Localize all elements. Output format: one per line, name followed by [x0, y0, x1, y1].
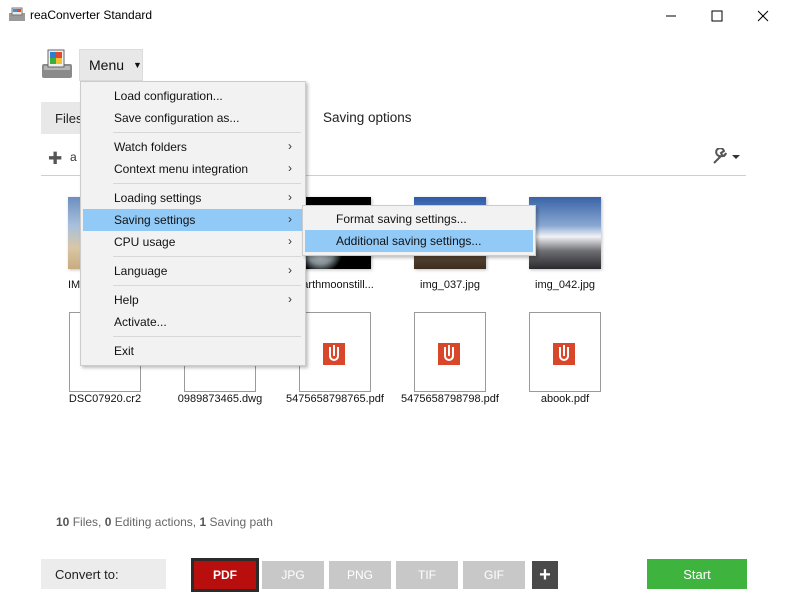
format-gif-button[interactable]: GIF: [463, 561, 525, 589]
status-summary: 10 Files, 0 Editing actions, 1 Saving pa…: [56, 515, 273, 529]
file-name: img_037.jpg: [420, 279, 480, 291]
pdf-icon: [553, 343, 575, 365]
menu-button[interactable]: Menu ▼: [79, 49, 143, 81]
menu-item-format-saving-settings[interactable]: Format saving settings...: [305, 208, 533, 230]
menu-divider: [113, 183, 301, 184]
menu-item-label: Exit: [114, 344, 135, 358]
minimize-icon: [666, 15, 676, 17]
format-jpg-button[interactable]: JPG: [262, 561, 324, 589]
file-thumbnail[interactable]: [299, 312, 371, 392]
app-icon: [9, 7, 25, 21]
add-files-label[interactable]: a: [70, 150, 77, 164]
start-button[interactable]: Start: [647, 559, 747, 589]
menu-item-label: Loading settings: [114, 191, 202, 205]
menu-button-label: Menu: [89, 57, 125, 73]
app-logo-icon: [42, 49, 72, 78]
menu-item-save-configuration[interactable]: Save configuration as...: [83, 107, 302, 129]
paths-count: 1: [199, 515, 207, 529]
menu-item-language[interactable]: Language ›: [83, 260, 302, 282]
menu-item-label: CPU usage: [114, 235, 176, 249]
menu-item-watch-folders[interactable]: Watch folders ›: [83, 136, 302, 158]
menu-item-load-configuration[interactable]: Load configuration...: [83, 85, 302, 107]
file-name: DSC07920.cr2: [68, 393, 142, 405]
actions-label: Editing actions,: [114, 515, 197, 529]
wrench-icon[interactable]: [711, 148, 741, 166]
chevron-right-icon: ›: [288, 190, 292, 204]
pdf-icon: [323, 343, 345, 365]
menu-item-label: Save configuration as...: [114, 111, 240, 125]
tab-files[interactable]: Files: [41, 102, 83, 134]
tab-saving-options[interactable]: Saving options: [323, 110, 412, 125]
file-name: img_042.jpg: [535, 279, 595, 291]
menu-item-label: Additional saving settings...: [336, 234, 482, 248]
menu-item-label: Language: [114, 264, 168, 278]
menu-item-exit[interactable]: Exit: [83, 340, 302, 362]
menu-item-activate[interactable]: Activate...: [83, 311, 302, 333]
file-thumbnail[interactable]: [414, 312, 486, 392]
chevron-right-icon: ›: [288, 263, 292, 277]
tab-files-label: Files: [55, 110, 83, 126]
actions-count: 0: [104, 515, 112, 529]
add-format-button[interactable]: +: [532, 561, 558, 589]
menu-divider: [113, 336, 301, 337]
file-name: abook.pdf: [540, 393, 590, 405]
menu-item-context-menu-integration[interactable]: Context menu integration ›: [83, 158, 302, 180]
menu-item-label: Saving settings: [114, 213, 196, 227]
paths-label: Saving path: [209, 515, 273, 529]
add-files-icon[interactable]: ✚: [48, 149, 62, 169]
format-png-button[interactable]: PNG: [329, 561, 391, 589]
chevron-right-icon: ›: [288, 292, 292, 306]
menu-divider: [113, 285, 301, 286]
menu-item-label: Activate...: [114, 315, 167, 329]
main-menu-dropdown: Load configuration... Save configuration…: [80, 81, 306, 366]
format-tif-button[interactable]: TIF: [396, 561, 458, 589]
chevron-right-icon: ›: [288, 234, 292, 248]
file-name: 5475658798798.pdf: [401, 393, 499, 405]
chevron-down-icon: ▼: [133, 60, 142, 70]
format-pdf-button[interactable]: PDF: [191, 558, 259, 592]
files-label: Files,: [72, 515, 102, 529]
file-name: 0989873465.dwg: [177, 393, 263, 405]
convert-to-label: Convert to:: [41, 559, 166, 589]
menu-item-cpu-usage[interactable]: CPU usage ›: [83, 231, 302, 253]
menu-item-label: Context menu integration: [114, 162, 249, 176]
file-thumbnail[interactable]: [529, 312, 601, 392]
chevron-right-icon: ›: [288, 139, 292, 153]
saving-settings-submenu: Format saving settings... Additional sav…: [302, 205, 536, 256]
close-button[interactable]: [740, 0, 786, 32]
menu-item-loading-settings[interactable]: Loading settings ›: [83, 187, 302, 209]
file-thumbnail[interactable]: [529, 197, 601, 269]
maximize-button[interactable]: [694, 0, 740, 32]
file-name: 5475658798765.pdf: [286, 393, 384, 405]
menu-item-label: Format saving settings...: [336, 212, 467, 226]
chevron-right-icon: ›: [288, 161, 292, 175]
menu-divider: [113, 132, 301, 133]
menu-item-label: Watch folders: [114, 140, 187, 154]
minimize-button[interactable]: [648, 0, 694, 32]
menu-item-help[interactable]: Help ›: [83, 289, 302, 311]
menu-item-additional-saving-settings[interactable]: Additional saving settings...: [305, 230, 533, 252]
maximize-icon: [711, 10, 723, 22]
window-title: reaConverter Standard: [30, 8, 153, 22]
close-icon: [757, 10, 769, 22]
files-count: 10: [56, 515, 70, 529]
menu-item-label: Load configuration...: [114, 89, 223, 103]
menu-divider: [113, 256, 301, 257]
chevron-right-icon: ›: [288, 212, 292, 226]
pdf-icon: [438, 343, 460, 365]
menu-item-saving-settings[interactable]: Saving settings ›: [83, 209, 302, 231]
menu-item-label: Help: [114, 293, 139, 307]
